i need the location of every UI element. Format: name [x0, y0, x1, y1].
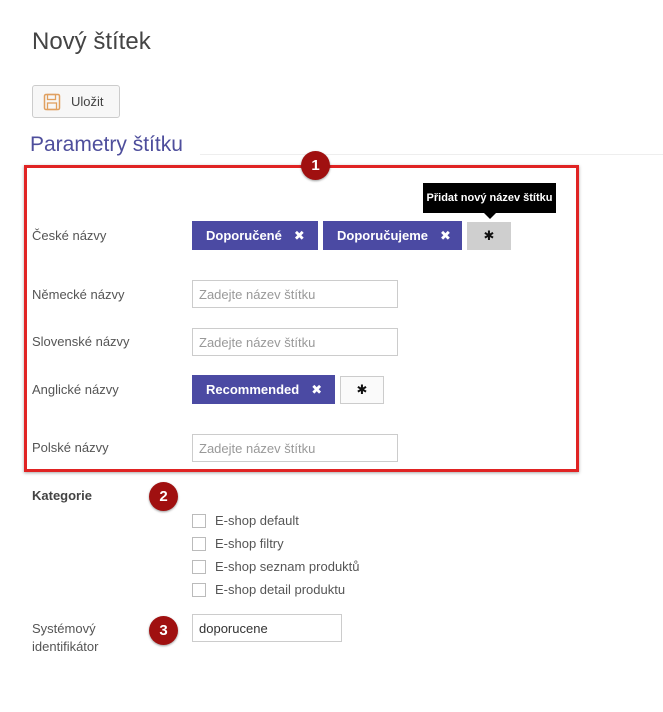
floppy-disk-icon: [43, 93, 61, 111]
asterisk-icon: ✱: [483, 228, 495, 243]
system-id-label: Systémový identifikátor: [32, 620, 98, 656]
category-eshop-default[interactable]: E-shop default: [192, 513, 299, 528]
add-czech-name-button[interactable]: ✱: [467, 222, 511, 250]
checkbox-label: E-shop default: [215, 513, 299, 528]
checkbox[interactable]: [192, 513, 206, 528]
tag-label: Doporučené: [206, 228, 282, 243]
save-button-label: Uložit: [71, 94, 104, 109]
system-id-input[interactable]: [192, 614, 342, 642]
tooltip-arrow: [484, 213, 496, 219]
add-english-name-button[interactable]: ✱: [340, 376, 384, 404]
tag-recommended[interactable]: Recommended ✖: [192, 375, 335, 404]
close-icon[interactable]: ✖: [311, 382, 322, 398]
checkbox-label: E-shop filtry: [215, 536, 284, 551]
system-id-label-line2: identifikátor: [32, 639, 99, 654]
tag-doporucene[interactable]: Doporučené ✖: [192, 221, 318, 250]
slovak-names-label: Slovenské názvy: [32, 334, 130, 349]
tag-label: Doporučujeme: [337, 228, 429, 243]
category-eshop-seznam-produktu[interactable]: E-shop seznam produktů: [192, 559, 360, 574]
slovak-name-input[interactable]: [192, 328, 398, 356]
close-icon[interactable]: ✖: [294, 228, 305, 244]
step-badge-3: 3: [149, 616, 178, 645]
checkbox-label: E-shop seznam produktů: [215, 559, 360, 574]
checkbox[interactable]: [192, 536, 206, 551]
category-eshop-filtry[interactable]: E-shop filtry: [192, 536, 284, 551]
section-divider: [200, 154, 663, 155]
polish-names-label: Polské názvy: [32, 440, 109, 455]
add-name-tooltip: Přidat nový název štítku: [423, 183, 556, 213]
step-badge-1: 1: [301, 151, 330, 180]
german-name-input[interactable]: [192, 280, 398, 308]
tag-doporucujeme[interactable]: Doporučujeme ✖: [323, 221, 462, 250]
close-icon[interactable]: ✖: [440, 228, 451, 244]
german-names-label: Německé názvy: [32, 287, 125, 302]
english-names-label: Anglické názvy: [32, 382, 119, 397]
asterisk-icon: ✱: [356, 382, 368, 397]
category-eshop-detail-produktu[interactable]: E-shop detail produktu: [192, 582, 345, 597]
checkbox[interactable]: [192, 559, 206, 574]
checkbox-label: E-shop detail produktu: [215, 582, 346, 597]
categories-label: Kategorie: [32, 488, 92, 503]
system-id-label-line1: Systémový: [32, 621, 96, 636]
step-badge-2: 2: [149, 482, 178, 511]
section-title: Parametry štítku: [30, 133, 183, 156]
page-title: Nový štítek: [32, 28, 151, 55]
polish-name-input[interactable]: [192, 434, 398, 462]
czech-names-label: České názvy: [32, 228, 107, 243]
save-button[interactable]: Uložit: [32, 85, 120, 118]
checkbox[interactable]: [192, 582, 206, 597]
tag-label: Recommended: [206, 382, 300, 397]
